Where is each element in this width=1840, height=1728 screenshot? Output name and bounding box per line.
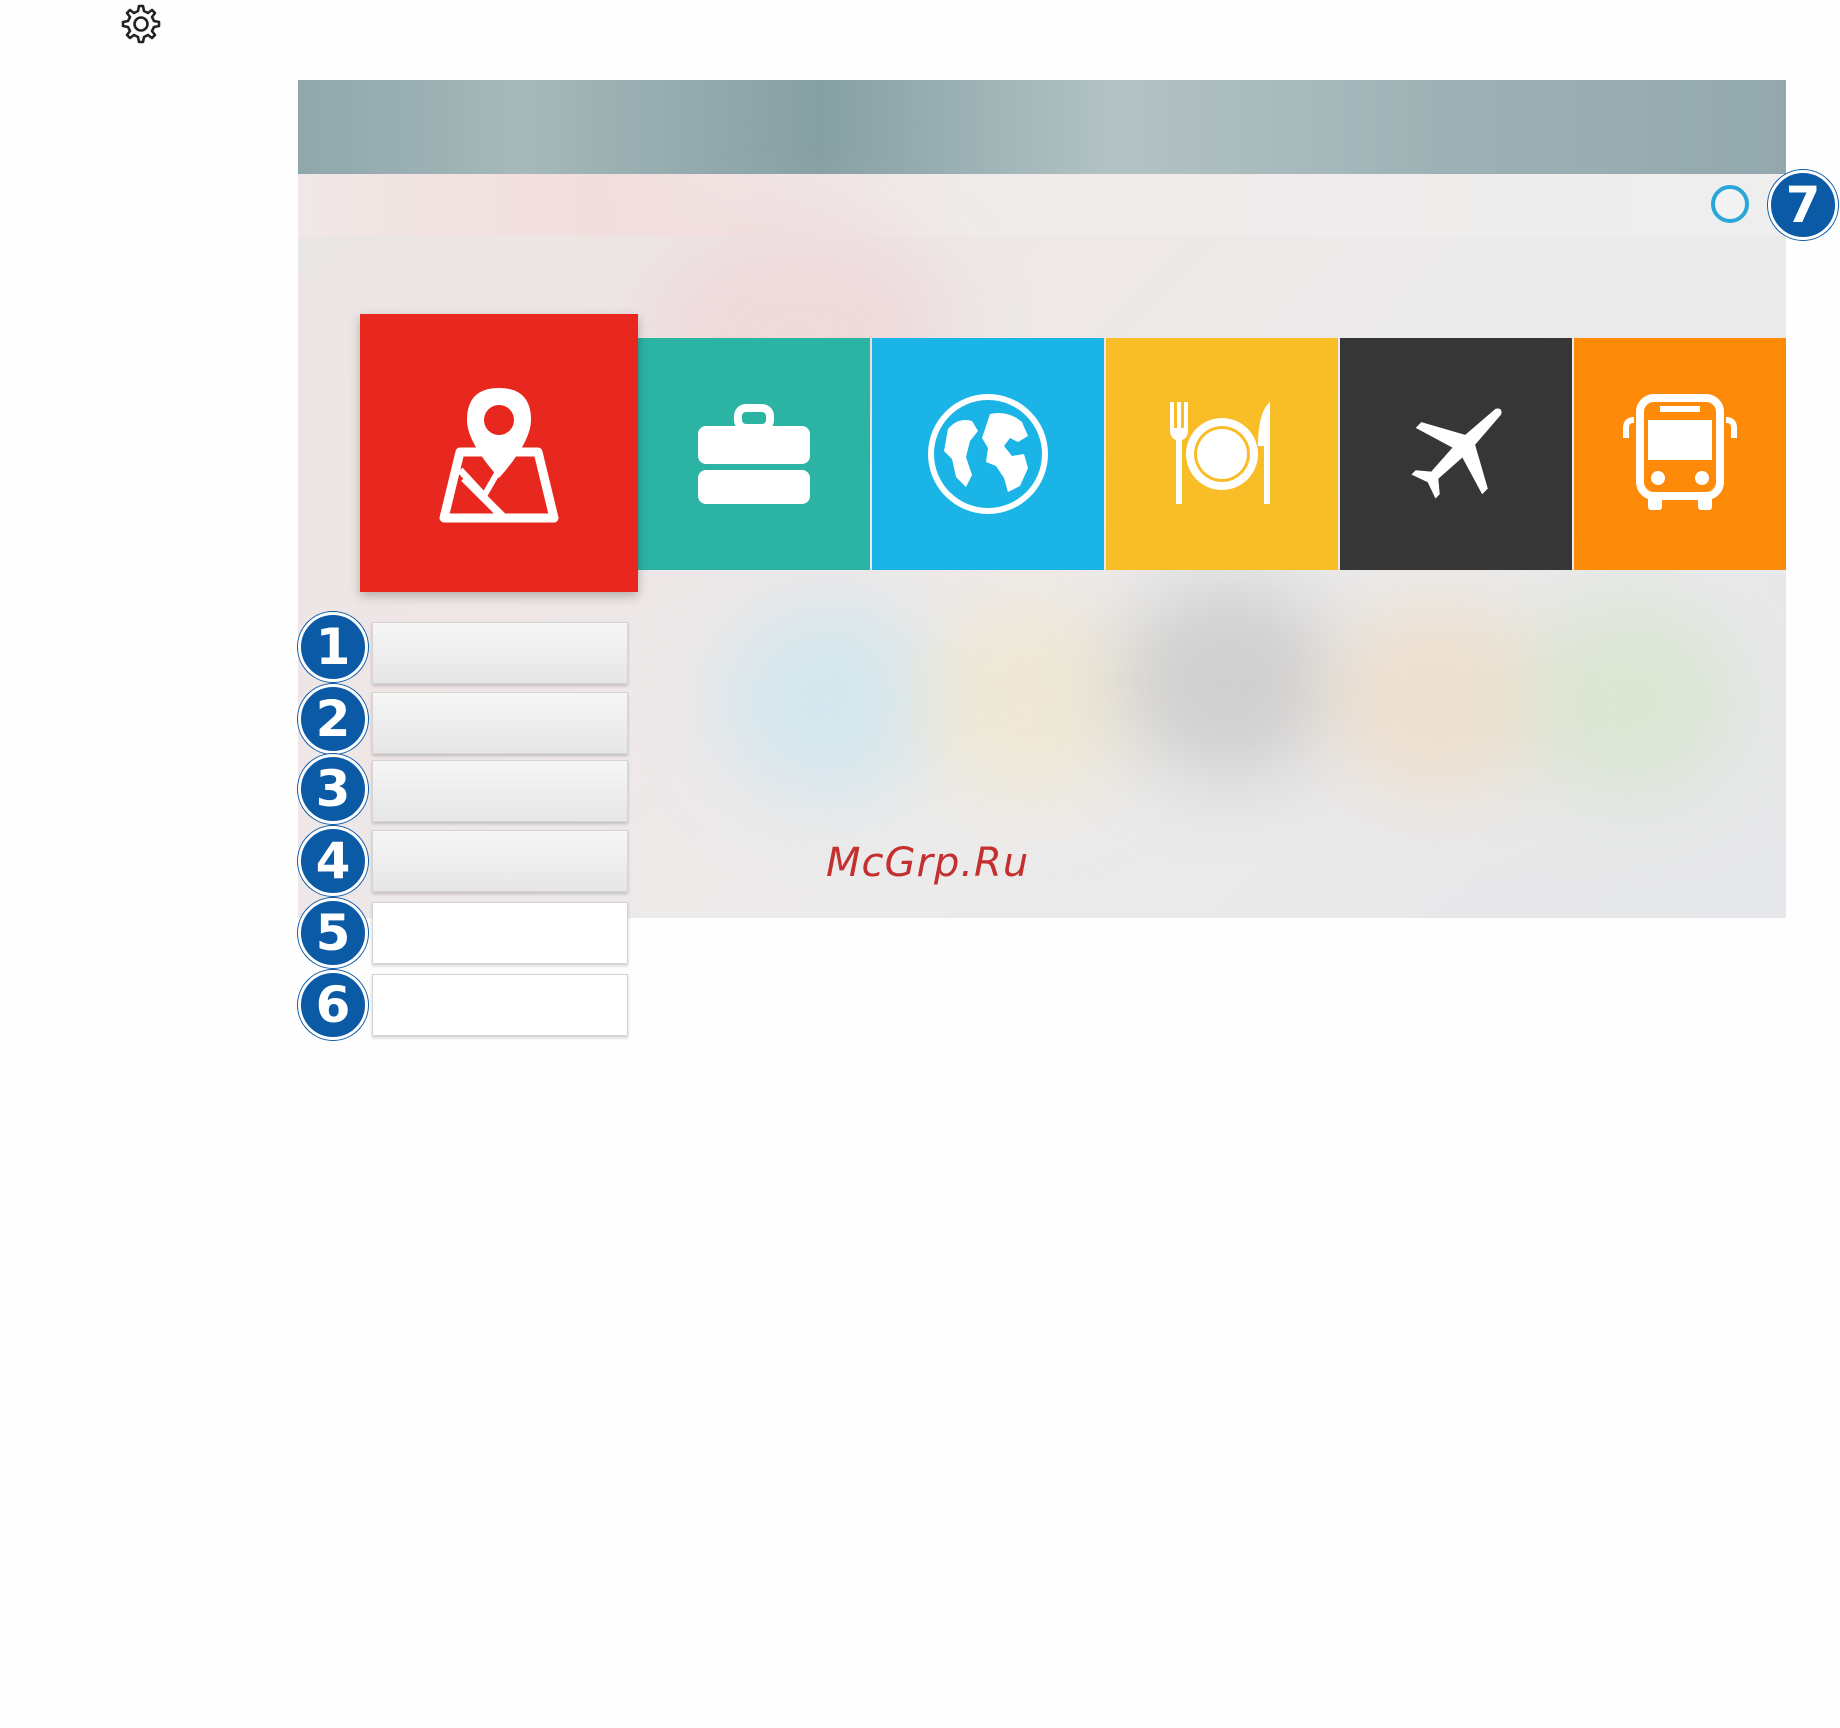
tile-map[interactable] [360,314,638,592]
sub-banner [298,174,1786,236]
focus-ring-indicator[interactable] [1711,185,1749,223]
fork-knife-plate-icon [1170,402,1270,504]
menu-item-1[interactable] [372,622,628,684]
briefcase-icon [698,404,810,504]
top-banner [298,80,1786,174]
tile-transport[interactable] [1574,338,1786,570]
watermark-text: McGrp.Ru [826,840,1030,886]
callout-badge-4: 4 [298,826,368,896]
gear-icon[interactable] [116,0,166,48]
map-pin-icon [439,388,559,523]
background-blur [1118,580,1338,780]
tile-travel[interactable] [638,338,870,570]
tile-world[interactable] [872,338,1104,570]
callout-badge-5: 5 [298,898,368,968]
menu-item-3[interactable] [372,760,628,822]
callout-badge-7: 7 [1768,170,1838,240]
callout-badge-2: 2 [298,684,368,754]
tile-flight[interactable] [1340,338,1572,570]
background-blur [918,600,1138,800]
background-blur [718,600,938,800]
background-blur [1328,600,1548,800]
callout-badge-1: 1 [298,612,368,682]
callout-badge-6: 6 [298,970,368,1040]
airplane-icon [1411,408,1502,499]
background-blur [1518,600,1738,800]
bus-icon [1623,394,1737,510]
menu-item-5[interactable] [372,902,628,964]
callout-badge-3: 3 [298,754,368,824]
menu-item-2[interactable] [372,692,628,754]
globe-icon [928,394,1048,514]
menu-item-6[interactable] [372,974,628,1036]
tile-food[interactable] [1106,338,1338,570]
menu-item-4[interactable] [372,830,628,892]
